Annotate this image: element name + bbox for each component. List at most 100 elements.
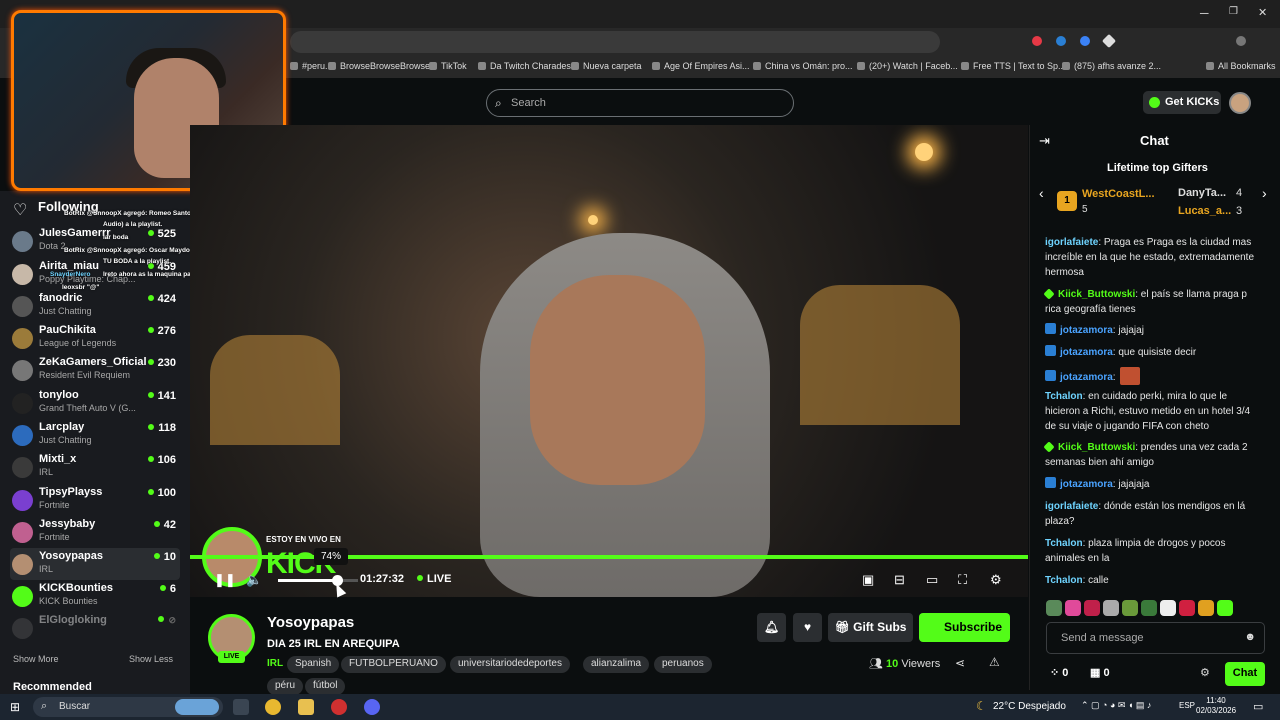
user-avatar[interactable] — [1229, 92, 1251, 114]
live-indicator[interactable]: LIVE — [417, 573, 451, 585]
emote[interactable] — [1198, 600, 1214, 616]
report-icon[interactable]: ⚠ — [989, 655, 1000, 669]
sidebar-channel[interactable]: ElGlogloking ⊘ — [10, 612, 180, 644]
settings-icon[interactable]: ⚙ — [990, 572, 1002, 588]
task-view-icon[interactable] — [233, 699, 249, 715]
url-field[interactable] — [290, 31, 940, 53]
volume-icon[interactable]: 🔈 — [246, 572, 262, 588]
tray-icons[interactable]: ⌃ ▢ ◔ ◕ ✉ ◖ ▤ ♪ — [1081, 700, 1151, 711]
sidebar-channel[interactable]: ZeKaGamers_Oficial Resident Evil Requiem 2… — [10, 354, 180, 386]
chrome-icon[interactable] — [265, 699, 281, 715]
sidebar-channel[interactable]: PauChikita League of Legends 276 — [10, 322, 180, 354]
emote[interactable] — [1103, 600, 1119, 616]
minimize-button[interactable]: ─ — [1200, 6, 1209, 20]
windows-start-icon[interactable]: ⊞ — [10, 700, 20, 714]
show-more-button[interactable]: Show More — [13, 654, 59, 664]
chat-username[interactable]: Tchalon — [1045, 575, 1083, 586]
clock[interactable]: 11:40 02/03/2026 — [1196, 696, 1236, 716]
channel-name[interactable]: Yosoypapas — [267, 614, 354, 631]
emoji-icon[interactable]: ☻ — [1244, 631, 1256, 643]
sidebar-channel[interactable]: Jessybaby Fortnite 42 — [10, 516, 180, 548]
chat-username[interactable]: Kiick_Buttowski — [1058, 289, 1135, 300]
emote[interactable] — [1141, 600, 1157, 616]
language-indicator[interactable]: ESP — [1179, 701, 1195, 710]
collapse-chat-icon[interactable]: ⇥ — [1039, 133, 1050, 149]
fullscreen-icon[interactable]: ⛶ — [958, 572, 967, 588]
search-input[interactable]: ⌕ Search — [486, 89, 794, 117]
gifter-name[interactable]: Lucas_a... — [1178, 205, 1231, 217]
bookmark[interactable]: TikTok — [429, 61, 467, 71]
profile-icon[interactable] — [1236, 36, 1246, 46]
show-less-button[interactable]: Show Less — [129, 654, 173, 664]
pip-icon[interactable]: ▣ — [862, 572, 874, 588]
chat-username[interactable]: jotazamora — [1060, 347, 1113, 358]
obs-icon[interactable] — [331, 699, 347, 715]
sidebar-channel[interactable]: Yosoypapas IRL 10 — [10, 548, 180, 580]
maximize-button[interactable]: ❐ — [1229, 6, 1238, 17]
chat-username[interactable]: Tchalon — [1045, 391, 1083, 402]
sidebar-channel[interactable]: Larcplay Just Chatting 118 — [10, 419, 180, 451]
chat-username[interactable]: igorlafaiete — [1045, 501, 1098, 512]
extension-icon[interactable] — [1032, 36, 1042, 46]
gifter-name[interactable]: DanyTa... — [1178, 187, 1226, 199]
tag[interactable]: peruanos — [654, 656, 712, 673]
weather-text[interactable]: 22°C Despejado — [993, 701, 1066, 712]
chat-username[interactable]: igorlafaiete — [1045, 237, 1098, 248]
bookmark[interactable]: #peru... — [290, 61, 333, 71]
emote[interactable] — [1160, 600, 1176, 616]
extension-icon[interactable] — [1080, 36, 1090, 46]
sidebar-channel[interactable]: Mixti_x IRL 106 — [10, 451, 180, 483]
theater-icon[interactable]: ▭ — [926, 572, 938, 588]
sidebar-channel[interactable]: fanodric Just Chatting 424 — [10, 290, 180, 322]
bookmark[interactable]: BrowseBrowseBrowse — [328, 61, 430, 71]
emote[interactable] — [1065, 600, 1081, 616]
emote[interactable] — [1084, 600, 1100, 616]
gifter-name[interactable]: WestCoastL... — [1082, 188, 1155, 200]
bookmark[interactable]: Da Twitch Charades — [478, 61, 571, 71]
pause-icon[interactable]: ❚❚ — [214, 572, 236, 588]
extension-icon[interactable] — [1056, 36, 1066, 46]
close-button[interactable]: ✕ — [1258, 6, 1267, 19]
volume-slider[interactable] — [278, 575, 358, 586]
share-icon[interactable]: ⋖ — [955, 656, 965, 670]
all-bookmarks[interactable]: All Bookmarks — [1206, 61, 1276, 71]
follow-button[interactable]: ♥ — [793, 613, 822, 642]
chat-username[interactable]: Tchalon — [1045, 538, 1083, 549]
tag[interactable]: fútbol — [305, 678, 346, 695]
kicks-balance[interactable]: ⁘ 0 — [1050, 666, 1068, 679]
tag[interactable]: alianzalima — [583, 656, 650, 673]
chat-username[interactable]: jotazamora — [1060, 372, 1113, 383]
category-link[interactable]: IRL — [267, 658, 283, 669]
emote[interactable] — [1122, 600, 1138, 616]
emote[interactable] — [1217, 600, 1233, 616]
emote[interactable] — [1179, 600, 1195, 616]
chat-username[interactable]: Kiick_Buttowski — [1058, 442, 1135, 453]
tag[interactable]: péru — [267, 678, 304, 695]
subscribe-button[interactable]: Subscribe — [919, 613, 1010, 642]
tag[interactable]: Spanish — [287, 656, 340, 673]
sidebar-channel[interactable]: KICKBounties KICK Bounties 6 — [10, 580, 180, 612]
video-player[interactable]: ESTOY EN VIVO EN KICK — [190, 125, 1028, 597]
notifications-icon[interactable]: ▭ — [1253, 700, 1263, 713]
file-explorer-icon[interactable] — [298, 699, 314, 715]
sidebar-channel[interactable]: tonyloo Grand Theft Auto V (G... 141 — [10, 387, 180, 419]
chat-username[interactable]: jotazamora — [1060, 479, 1113, 490]
chat-input[interactable]: Send a message ☻ — [1046, 622, 1265, 654]
chevron-left-icon[interactable]: ‹ — [1039, 185, 1044, 201]
chevron-right-icon[interactable]: › — [1262, 185, 1267, 201]
tag[interactable]: universitariodedeportes — [450, 656, 570, 673]
gifts-balance[interactable]: ▦ 0 — [1090, 666, 1110, 679]
cast-icon[interactable]: ⊟ — [894, 572, 905, 588]
notification-bell-button[interactable]: 🔔︎ — [757, 613, 786, 642]
bookmark[interactable]: (875) afhs avanze 2... — [1062, 61, 1161, 71]
bookmark[interactable]: Nueva carpeta — [571, 61, 642, 71]
bookmark[interactable]: (20+) Watch | Faceb... — [857, 61, 958, 71]
emote[interactable] — [1046, 600, 1062, 616]
bookmark[interactable]: Free TTS | Text to Sp... — [961, 61, 1066, 71]
discord-icon[interactable] — [364, 699, 380, 715]
get-kicks-button[interactable]: Get KICKs — [1143, 91, 1221, 114]
tag[interactable]: FUTBOLPERUANO — [341, 656, 446, 673]
chat-settings-icon[interactable]: ⚙ — [1200, 666, 1210, 679]
bookmark[interactable]: China vs Omán: pro... — [753, 61, 853, 71]
chat-username[interactable]: jotazamora — [1060, 325, 1113, 336]
